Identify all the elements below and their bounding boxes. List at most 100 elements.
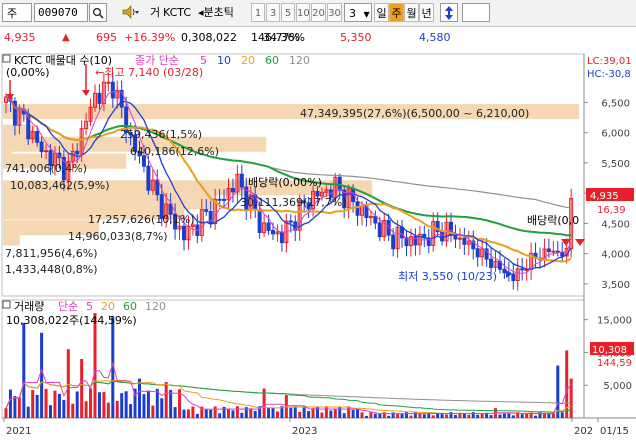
stock-name-field[interactable]: KCTC [163, 3, 197, 22]
volume-profile-label: 30,111,369(17,7%) [240, 196, 347, 209]
volume-bar [373, 413, 377, 418]
volume-profile-label: 259,436(1,5%) [120, 128, 202, 141]
volume-bar [142, 394, 146, 418]
volume-bar [293, 407, 297, 418]
volume-bar [115, 400, 119, 418]
volume-bar [138, 378, 141, 418]
volume-bar [378, 413, 382, 418]
volume-bar [471, 412, 475, 418]
volume-bar [560, 412, 564, 418]
volume-bar [44, 388, 48, 418]
volume-bar [422, 414, 426, 418]
search-button[interactable] [89, 3, 107, 22]
volume-bar [227, 408, 230, 418]
stock-chart[interactable]: 6,500 6,000 5,500 5,000 4,500 4,000 3,500 15,00… [0, 48, 636, 440]
candle-body [279, 231, 284, 244]
candle-body [230, 187, 235, 193]
volume-profile-label: 47,349,395(27,6%)(6,500,00 ~ 6,210,00) [300, 107, 529, 120]
volume-bar [93, 313, 97, 418]
up-triangle-icon: ▲ [62, 32, 70, 43]
candle-body [97, 92, 102, 104]
volume-bar [164, 381, 168, 418]
volume-bar [329, 410, 333, 418]
candle-body [266, 222, 271, 232]
candle-body [208, 210, 213, 225]
interval-button-1[interactable]: 1 [251, 3, 265, 22]
volume-bar [267, 407, 271, 418]
volume-bar [400, 413, 404, 418]
interval-button-10[interactable]: 10 [296, 3, 310, 22]
volume-bar [542, 413, 546, 418]
tick-label[interactable]: ◂분초틱 [198, 3, 250, 22]
candle-body [182, 225, 186, 241]
volume-axis-label: 15,000 [597, 316, 632, 327]
candle-body [457, 237, 462, 240]
volume-bar [396, 413, 400, 418]
volume-bar [387, 415, 391, 418]
quote-bar: 4,935 ▲ 695 +16.39% 0,308,022 146.77% 34… [0, 27, 636, 49]
sort-toggle-button[interactable] [440, 3, 458, 22]
volume-ratio-tag-text: 144,59 [597, 358, 632, 369]
volume-bar [431, 415, 435, 418]
volume-bar [146, 390, 150, 418]
blank-field[interactable] [462, 3, 490, 22]
stock-code-input[interactable] [34, 3, 88, 22]
interval-button-5[interactable]: 5 [281, 3, 295, 22]
candle-body [217, 198, 222, 201]
volume-bar [547, 413, 551, 418]
volume-bar [218, 413, 222, 418]
candle-body [377, 222, 382, 238]
chevron-down-icon: ▼ [363, 10, 370, 19]
volume-bar [4, 408, 8, 418]
volume-legend-ma-label: 단순 [58, 300, 78, 313]
up-down-arrow-icon [445, 6, 453, 20]
volume-bar [240, 412, 244, 418]
volume-profile-label: 640,186(12,6%) [130, 145, 219, 158]
volume-bar [62, 399, 66, 418]
volume-profile-label: 10,083,462(5,9%) [10, 179, 110, 192]
volume-bar [307, 411, 311, 418]
volume-bar [13, 396, 17, 418]
count-select[interactable]: 3 ▼ [344, 3, 372, 22]
interval-button-30[interactable]: 30 [327, 3, 342, 22]
volume-bar [511, 415, 515, 418]
volume-bar [31, 390, 35, 418]
interval-button-20[interactable]: 20 [311, 3, 326, 22]
candle-body [75, 150, 80, 155]
volume-bar [498, 414, 502, 418]
volume-bar [8, 389, 12, 418]
volume-bar [489, 415, 493, 418]
price-legend-ma-120: 120 [289, 54, 310, 67]
high-price-label: ←최고 7,140 (03/28) [95, 66, 203, 79]
period-tab-1[interactable]: 주 [389, 3, 404, 22]
price-axis-label: 4,000 [601, 250, 630, 261]
volume-bar [405, 412, 408, 418]
candle-body [155, 179, 160, 196]
volume-bar [271, 407, 275, 418]
volume-bar [333, 408, 337, 418]
speaker-button[interactable] [120, 3, 142, 22]
candle-body [110, 81, 115, 99]
period-tab-2[interactable]: 월 [404, 3, 419, 22]
market-select-button[interactable]: 주 [2, 3, 32, 22]
volume-tag-text: 10,308 [592, 345, 627, 356]
volume-bar [75, 391, 79, 418]
volume-profile-label: 7,811,956(4,6%) [5, 247, 98, 260]
volume-profile-label: 1,433,448(0,8%) [5, 263, 98, 276]
volume-bar [409, 415, 413, 418]
volume-bar [347, 406, 351, 418]
volume-profile-label: 14,960,033(8,7%) [68, 230, 168, 243]
volume-bar [360, 412, 364, 418]
volume-bar [453, 415, 457, 418]
volume-bar [195, 413, 199, 418]
volume-profile-label: 17,257,626(10,1%) [88, 213, 195, 226]
period-tab-0[interactable]: 일 [374, 3, 389, 22]
candle-body [239, 173, 244, 188]
interval-button-3[interactable]: 3 [266, 3, 280, 22]
volume-bar [476, 414, 480, 418]
price-axis-label: 5,500 [601, 159, 630, 170]
period-tab-3[interactable]: 년 [419, 3, 434, 22]
name-prefix: 거 [150, 6, 161, 19]
volume-bar [22, 322, 26, 418]
volume-bar [445, 414, 449, 418]
